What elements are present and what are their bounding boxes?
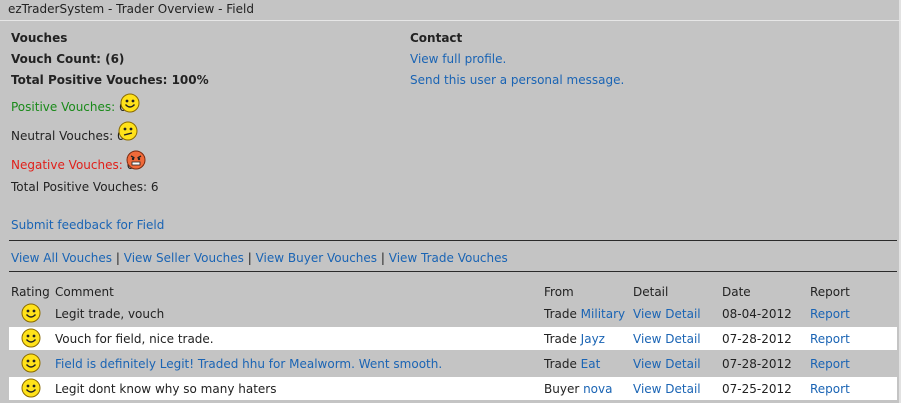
view-detail-link[interactable]: View Detail bbox=[633, 382, 701, 396]
vouch-count: Vouch Count: (6) bbox=[11, 52, 125, 66]
header-report: Report bbox=[810, 285, 850, 299]
nav-separator: | bbox=[380, 251, 385, 265]
total-positive-percent: Total Positive Vouches: 100% bbox=[11, 73, 209, 87]
from-type: Trade bbox=[544, 332, 581, 346]
positive-vouches-label: Positive Vouches: bbox=[11, 100, 116, 114]
total-positive-vouches: Total Positive Vouches: 6 bbox=[11, 180, 159, 194]
negative-vouches-label: Negative Vouches: bbox=[11, 158, 123, 172]
angry-face-icon bbox=[126, 150, 146, 170]
comment-text: Vouch for field, nice trade. bbox=[55, 332, 214, 346]
neutral-vouches-row: Neutral Vouches: 0 bbox=[11, 129, 125, 143]
view-all-vouches-link[interactable]: View All Vouches bbox=[11, 251, 112, 265]
view-profile-link[interactable]: View full profile. bbox=[410, 52, 506, 66]
from-cell: Trade Jayz bbox=[544, 332, 605, 346]
table-row: Legit dont know why so many haters Buyer … bbox=[9, 377, 897, 400]
table-row: Legit trade, vouch Trade Military View Det… bbox=[9, 302, 897, 325]
from-type: Trade bbox=[544, 307, 581, 321]
neutral-vouches-label: Neutral Vouches: bbox=[11, 129, 114, 143]
view-seller-vouches-link[interactable]: View Seller Vouches bbox=[124, 251, 244, 265]
title-divider bbox=[0, 20, 901, 21]
from-cell: Buyer nova bbox=[544, 382, 612, 396]
negative-vouches-row: Negative Vouches: 0 bbox=[11, 158, 134, 172]
from-user-link[interactable]: nova bbox=[583, 382, 612, 396]
table-row: Vouch for field, nice trade. Trade Jayz Vi… bbox=[9, 327, 897, 350]
section-divider-bottom bbox=[9, 271, 897, 272]
from-cell: Trade Military bbox=[544, 307, 625, 321]
comment-text: Legit dont know why so many haters bbox=[55, 382, 277, 396]
comment-text[interactable]: Field is definitely Legit! Traded hhu fo… bbox=[55, 357, 442, 371]
vouches-heading: Vouches bbox=[11, 31, 68, 45]
view-detail-link[interactable]: View Detail bbox=[633, 357, 701, 371]
from-type: Buyer bbox=[544, 382, 584, 396]
report-link[interactable]: Report bbox=[810, 382, 850, 396]
view-detail-link[interactable]: View Detail bbox=[633, 307, 701, 321]
header-rating: Rating bbox=[11, 285, 50, 299]
from-cell: Trade Eat bbox=[544, 357, 600, 371]
report-link[interactable]: Report bbox=[810, 307, 850, 321]
nav-separator: | bbox=[247, 251, 252, 265]
header-date: Date bbox=[722, 285, 751, 299]
date-cell: 07-28-2012 bbox=[722, 332, 792, 346]
report-link[interactable]: Report bbox=[810, 332, 850, 346]
happy-face-icon bbox=[21, 353, 41, 373]
from-type: Trade bbox=[544, 357, 581, 371]
view-detail-link[interactable]: View Detail bbox=[633, 332, 701, 346]
header-comment: Comment bbox=[55, 285, 114, 299]
vouch-filter-nav: View All Vouches | View Seller Vouches |… bbox=[11, 251, 508, 265]
view-buyer-vouches-link[interactable]: View Buyer Vouches bbox=[256, 251, 377, 265]
happy-face-icon bbox=[21, 378, 41, 398]
from-user-link[interactable]: Jayz bbox=[581, 332, 605, 346]
section-divider-top bbox=[9, 240, 897, 241]
happy-face-icon bbox=[21, 303, 41, 323]
from-user-link[interactable]: Eat bbox=[581, 357, 601, 371]
send-message-link[interactable]: Send this user a personal message. bbox=[410, 73, 624, 87]
happy-face-icon bbox=[21, 328, 41, 348]
positive-vouches-row: Positive Vouches: 6 bbox=[11, 100, 127, 114]
header-detail: Detail bbox=[633, 285, 669, 299]
date-cell: 07-28-2012 bbox=[722, 357, 792, 371]
date-cell: 08-04-2012 bbox=[722, 307, 792, 321]
nav-separator: | bbox=[115, 251, 120, 265]
confused-face-icon bbox=[118, 121, 138, 141]
report-link[interactable]: Report bbox=[810, 357, 850, 371]
submit-feedback-link[interactable]: Submit feedback for Field bbox=[11, 218, 164, 232]
view-trade-vouches-link[interactable]: View Trade Vouches bbox=[389, 251, 508, 265]
table-row: Field is definitely Legit! Traded hhu fo… bbox=[9, 352, 897, 375]
date-cell: 07-25-2012 bbox=[722, 382, 792, 396]
comment-text: Legit trade, vouch bbox=[55, 307, 165, 321]
header-from: From bbox=[544, 285, 574, 299]
page-title: ezTraderSystem - Trader Overview - Field bbox=[8, 2, 254, 16]
happy-face-icon bbox=[120, 93, 140, 113]
from-user-link[interactable]: Military bbox=[581, 307, 625, 321]
contact-heading: Contact bbox=[410, 31, 463, 45]
